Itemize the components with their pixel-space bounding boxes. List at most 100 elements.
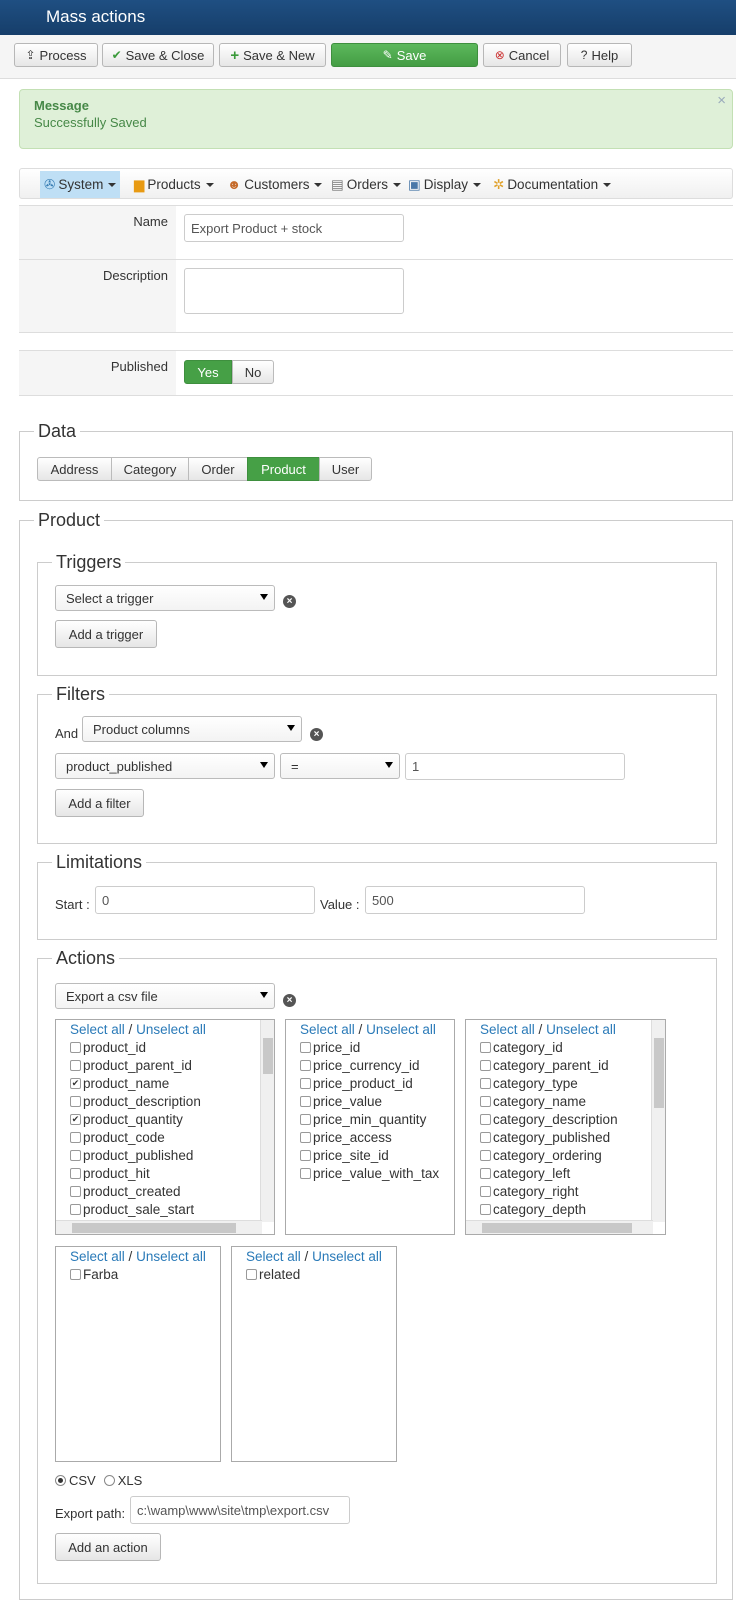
list-item[interactable]: category_parent_id [480,1058,609,1073]
list-item[interactable]: price_id [300,1040,360,1055]
list-item[interactable]: product_sale_start [70,1202,194,1217]
checkbox[interactable] [300,1168,311,1179]
list-item[interactable]: category_depth [480,1202,586,1217]
description-textarea[interactable] [184,268,404,314]
filter-operator-select[interactable]: = [280,753,400,779]
unselect-all-link[interactable]: Unselect all [136,1249,206,1264]
list-item[interactable]: price_value [300,1094,382,1109]
unselect-all-link[interactable]: Unselect all [312,1249,382,1264]
unselect-all-link[interactable]: Unselect all [546,1022,616,1037]
list-item[interactable]: category_name [480,1094,586,1109]
list-item[interactable]: product_id [70,1040,146,1055]
list-item[interactable]: product_hit [70,1166,150,1181]
checkbox[interactable] [70,1060,81,1071]
checkbox[interactable] [300,1150,311,1161]
checkbox[interactable] [480,1078,491,1089]
menu-customers[interactable]: ☻ Customers [223,171,326,198]
data-tab-address[interactable]: Address [37,457,112,481]
related-list[interactable]: Select all / Unselect all related [231,1246,397,1462]
horizontal-scrollbar[interactable] [56,1220,262,1234]
checkbox[interactable] [480,1132,491,1143]
data-tab-user[interactable]: User [319,457,372,481]
list-item[interactable]: price_product_id [300,1076,413,1091]
checkbox[interactable] [300,1096,311,1107]
checkbox[interactable]: ✔ [70,1078,81,1089]
process-button[interactable]: ⇪ Process [14,43,98,67]
checkbox[interactable] [480,1168,491,1179]
list-item[interactable]: ✔ product_name [70,1076,169,1091]
select-all-link[interactable]: Select all [480,1022,535,1037]
published-yes-button[interactable]: Yes [184,360,232,384]
checkbox[interactable] [246,1269,257,1280]
checkbox[interactable] [70,1168,81,1179]
list-item[interactable]: category_description [480,1112,618,1127]
price-columns-list[interactable]: Select all / Unselect all price_id price_… [285,1019,455,1235]
add-trigger-button[interactable]: Add a trigger [55,620,157,648]
checkbox[interactable] [300,1078,311,1089]
scroll-thumb[interactable] [482,1223,632,1233]
menu-orders[interactable]: ▤ Orders [327,171,405,198]
menu-display[interactable]: ▣ Display [404,171,485,198]
list-item[interactable]: Farba [70,1267,118,1282]
save-close-button[interactable]: ✔ Save & Close [102,43,214,67]
save-new-button[interactable]: + Save & New [219,43,326,67]
checkbox[interactable] [480,1096,491,1107]
published-no-button[interactable]: No [232,360,274,384]
checkbox[interactable] [480,1204,491,1215]
vertical-scrollbar[interactable] [651,1020,665,1222]
custom-fields-list[interactable]: Select all / Unselect all Farba [55,1246,221,1462]
help-button[interactable]: ? Help [567,43,632,67]
list-item[interactable]: ✔ product_quantity [70,1112,183,1127]
checkbox[interactable] [300,1132,311,1143]
checkbox[interactable] [480,1150,491,1161]
scroll-thumb[interactable] [263,1038,273,1074]
checkbox[interactable] [300,1114,311,1125]
scroll-thumb[interactable] [72,1223,236,1233]
checkbox[interactable] [70,1204,81,1215]
scroll-thumb[interactable] [654,1038,664,1108]
start-input[interactable]: 0 [95,886,315,914]
checkbox[interactable]: ✔ [70,1114,81,1125]
list-item[interactable]: product_code [70,1130,165,1145]
checkbox[interactable] [70,1096,81,1107]
list-item[interactable]: related [246,1267,300,1282]
name-input[interactable]: Export Product + stock [184,214,404,242]
remove-filter-icon[interactable]: × [310,728,323,741]
unselect-all-link[interactable]: Unselect all [136,1022,206,1037]
menu-documentation[interactable]: ✲ Documentation [489,171,615,198]
list-item[interactable]: category_type [480,1076,578,1091]
menu-products[interactable]: ▆ Products [130,171,218,198]
list-item[interactable]: category_right [480,1184,579,1199]
checkbox[interactable] [70,1042,81,1053]
data-tab-order[interactable]: Order [188,457,248,481]
horizontal-scrollbar[interactable] [466,1220,653,1234]
add-action-button[interactable]: Add an action [55,1533,161,1561]
checkbox[interactable] [70,1269,81,1280]
select-all-link[interactable]: Select all [70,1022,125,1037]
list-item[interactable]: product_description [70,1094,201,1109]
list-item[interactable]: price_min_quantity [300,1112,426,1127]
unselect-all-link[interactable]: Unselect all [366,1022,436,1037]
cancel-button[interactable]: ⊗ Cancel [483,43,561,67]
list-item[interactable]: product_created [70,1184,181,1199]
select-all-link[interactable]: Select all [246,1249,301,1264]
checkbox[interactable] [300,1042,311,1053]
menu-system[interactable]: ✇ System [40,171,121,198]
list-item[interactable]: product_parent_id [70,1058,192,1073]
checkbox[interactable] [480,1114,491,1125]
list-item[interactable]: category_id [480,1040,563,1055]
list-item[interactable]: category_left [480,1166,570,1181]
list-item[interactable]: price_access [300,1130,392,1145]
csv-radio[interactable] [55,1475,66,1486]
filter-type-select[interactable]: Product columns [82,716,302,742]
action-select[interactable]: Export a csv file [55,983,275,1009]
list-item[interactable]: price_value_with_tax [300,1166,439,1181]
value-input[interactable]: 500 [365,886,585,914]
list-item[interactable]: category_published [480,1130,610,1145]
data-tab-product[interactable]: Product [247,457,320,481]
data-tab-category[interactable]: Category [111,457,189,481]
checkbox[interactable] [70,1150,81,1161]
checkbox[interactable] [70,1132,81,1143]
close-icon[interactable]: × [717,92,726,109]
checkbox[interactable] [480,1042,491,1053]
